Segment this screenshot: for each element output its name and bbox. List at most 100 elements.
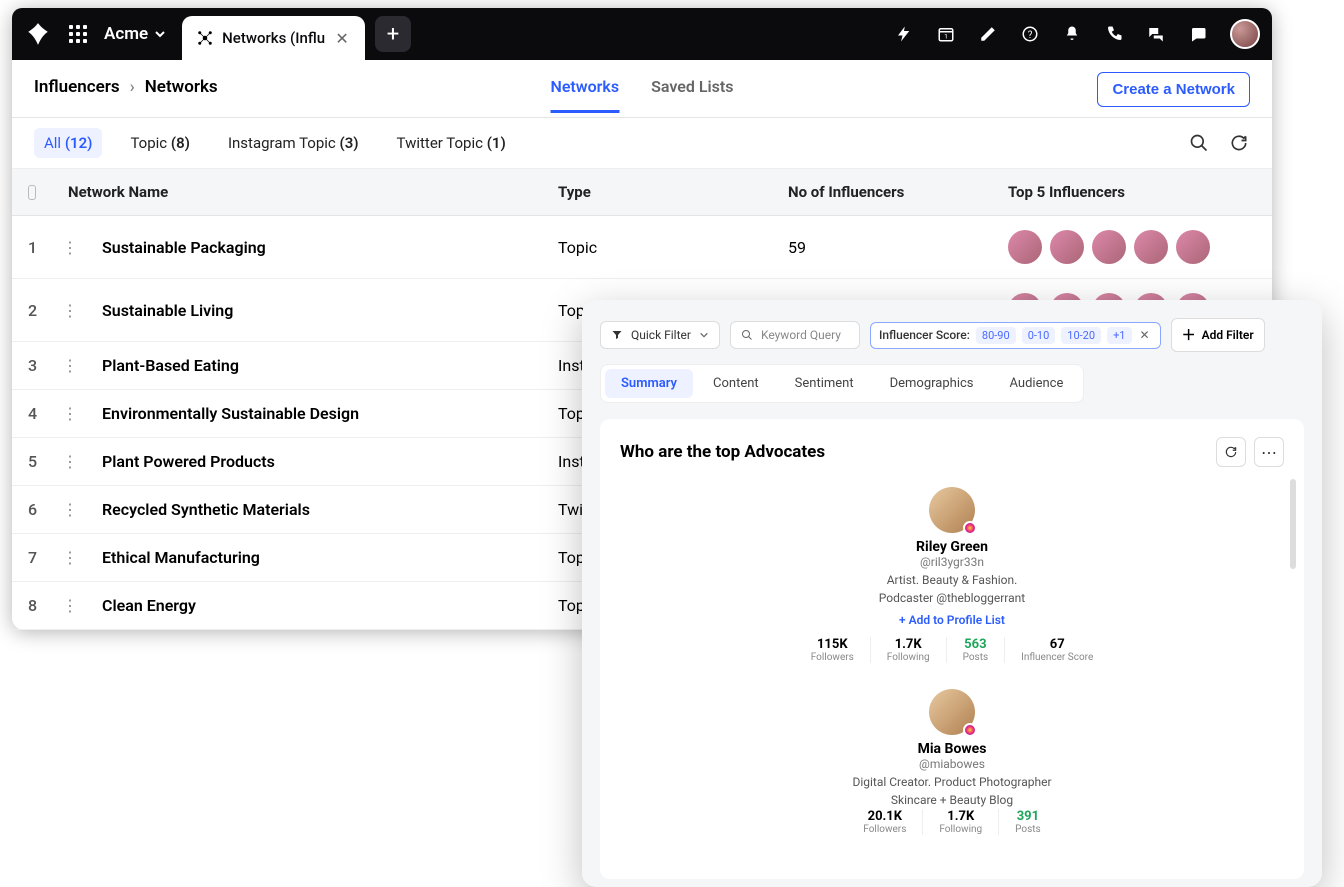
tab-content[interactable]: Content xyxy=(697,369,775,398)
pill-all[interactable]: All (12) xyxy=(34,128,102,158)
stat: 1.7KFollowing xyxy=(871,637,947,663)
chevron-right-icon: › xyxy=(130,77,135,97)
tab-sentiment[interactable]: Sentiment xyxy=(779,369,870,398)
network-icon xyxy=(196,29,214,47)
advocate-name: Riley Green xyxy=(620,539,1284,555)
advocate-bio: Skincare + Beauty Blog xyxy=(620,793,1284,807)
advocates-panel: Quick Filter Keyword Query Influencer Sc… xyxy=(582,300,1322,887)
num-influencers: 59 xyxy=(772,224,992,271)
table-row[interactable]: 1 ⋮ Sustainable Packaging Topic 59 xyxy=(12,216,1272,279)
tab-audience[interactable]: Audience xyxy=(994,369,1080,398)
network-name: Plant Powered Products xyxy=(86,438,542,485)
tab-demographics[interactable]: Demographics xyxy=(874,369,990,398)
workspace-name: Acme xyxy=(104,24,148,44)
tab-title: Networks (Influ xyxy=(222,29,325,47)
create-network-button[interactable]: Create a Network xyxy=(1097,72,1250,107)
add-to-profile-list-button[interactable]: + Add to Profile List xyxy=(620,613,1284,627)
row-menu-icon[interactable]: ⋮ xyxy=(46,438,86,485)
network-name: Sustainable Living xyxy=(86,287,542,334)
select-all-checkbox[interactable] xyxy=(28,185,36,200)
row-menu-icon[interactable]: ⋮ xyxy=(46,287,86,334)
influencer-avatar[interactable] xyxy=(1050,230,1084,264)
new-tab-button[interactable]: + xyxy=(375,16,411,52)
quick-filter-button[interactable]: Quick Filter xyxy=(600,321,720,349)
row-menu-icon[interactable]: ⋮ xyxy=(46,534,86,581)
score-token[interactable]: 80-90 xyxy=(976,327,1016,344)
col-network-name[interactable]: Network Name xyxy=(52,169,542,215)
advocate-avatar[interactable] xyxy=(929,487,975,533)
row-index: 3 xyxy=(12,342,46,389)
influencer-avatar[interactable] xyxy=(1008,230,1042,264)
keyword-query-input[interactable]: Keyword Query xyxy=(730,321,860,349)
breadcrumb: Influencers › Networks xyxy=(34,77,218,113)
advocate-bio: Podcaster @thebloggerrant xyxy=(620,591,1284,605)
influencer-score-filter[interactable]: Influencer Score: 80-90 0-10 10-20 +1 ✕ xyxy=(870,322,1161,349)
phone-icon[interactable] xyxy=(1104,24,1124,44)
overlay-tabs: Summary Content Sentiment Demographics A… xyxy=(600,364,1084,403)
svg-text:?: ? xyxy=(1028,30,1033,41)
network-name: Sustainable Packaging xyxy=(86,224,542,271)
row-index: 7 xyxy=(12,534,46,581)
row-index: 2 xyxy=(12,287,46,334)
tab-saved-lists[interactable]: Saved Lists xyxy=(651,77,733,113)
network-type: Topic xyxy=(542,224,772,271)
pill-instagram-topic[interactable]: Instagram Topic (3) xyxy=(218,128,369,158)
stat: 1.7KFollowing xyxy=(923,809,999,835)
network-name: Plant-Based Eating xyxy=(86,342,542,389)
search-icon[interactable] xyxy=(1188,132,1210,154)
more-icon[interactable]: ⋯ xyxy=(1254,437,1284,467)
score-token[interactable]: +1 xyxy=(1107,327,1131,344)
row-menu-icon[interactable]: ⋮ xyxy=(46,486,86,533)
user-avatar[interactable] xyxy=(1230,19,1260,49)
stat: 563Posts xyxy=(947,637,1006,663)
score-token[interactable]: 10-20 xyxy=(1061,327,1101,344)
network-name: Environmentally Sustainable Design xyxy=(86,390,542,437)
col-num-influencers[interactable]: No of Influencers xyxy=(772,169,992,215)
row-index: 1 xyxy=(12,224,46,271)
tab-summary[interactable]: Summary xyxy=(605,369,693,398)
calendar-icon[interactable]: 1 xyxy=(936,24,956,44)
influencer-avatar[interactable] xyxy=(1134,230,1168,264)
advocate-name: Mia Bowes xyxy=(620,741,1284,757)
browser-tab[interactable]: Networks (Influ ✕ xyxy=(182,16,365,60)
add-filter-button[interactable]: ＋Add Filter xyxy=(1171,318,1265,352)
refresh-icon[interactable] xyxy=(1216,437,1246,467)
row-index: 6 xyxy=(12,486,46,533)
row-index: 4 xyxy=(12,390,46,437)
top-advocates-card: Who are the top Advocates ⋯ Riley Green … xyxy=(600,419,1304,879)
edit-icon[interactable] xyxy=(978,24,998,44)
stat: 67Influencer Score xyxy=(1005,637,1109,663)
refresh-icon[interactable] xyxy=(1228,132,1250,154)
row-menu-icon[interactable]: ⋮ xyxy=(46,390,86,437)
bell-icon[interactable] xyxy=(1062,24,1082,44)
bolt-icon[interactable] xyxy=(894,24,914,44)
breadcrumb-parent[interactable]: Influencers xyxy=(34,77,120,97)
score-token[interactable]: 0-10 xyxy=(1022,327,1056,344)
advocate-avatar[interactable] xyxy=(929,689,975,735)
sub-header: Influencers › Networks Networks Saved Li… xyxy=(12,60,1272,118)
stat: 20.1KFollowers xyxy=(847,809,923,835)
close-icon[interactable]: ✕ xyxy=(333,29,351,47)
row-menu-icon[interactable]: ⋮ xyxy=(46,582,86,629)
pill-topic[interactable]: Topic (8) xyxy=(120,128,199,158)
col-top-influencers[interactable]: Top 5 Influencers xyxy=(992,169,1272,215)
advocate-bio: Artist. Beauty & Fashion. xyxy=(620,573,1284,587)
workspace-selector[interactable]: Acme xyxy=(104,24,166,44)
row-menu-icon[interactable]: ⋮ xyxy=(46,342,86,389)
influencer-avatar[interactable] xyxy=(1176,230,1210,264)
message-icon[interactable] xyxy=(1188,24,1208,44)
tab-networks[interactable]: Networks xyxy=(551,77,620,113)
influencer-avatar[interactable] xyxy=(1092,230,1126,264)
scrollbar[interactable] xyxy=(1290,479,1296,569)
stat: 391Posts xyxy=(999,809,1057,835)
instagram-badge-icon xyxy=(963,521,977,535)
apps-grid-icon[interactable] xyxy=(62,18,94,50)
col-type[interactable]: Type xyxy=(542,169,772,215)
row-menu-icon[interactable]: ⋮ xyxy=(46,224,86,271)
svg-text:1: 1 xyxy=(944,33,948,41)
help-icon[interactable]: ? xyxy=(1020,24,1040,44)
pill-twitter-topic[interactable]: Twitter Topic (1) xyxy=(387,128,516,158)
chat-icon[interactable] xyxy=(1146,24,1166,44)
clear-filter-icon[interactable]: ✕ xyxy=(1138,328,1152,342)
center-tabs: Networks Saved Lists xyxy=(551,77,734,113)
